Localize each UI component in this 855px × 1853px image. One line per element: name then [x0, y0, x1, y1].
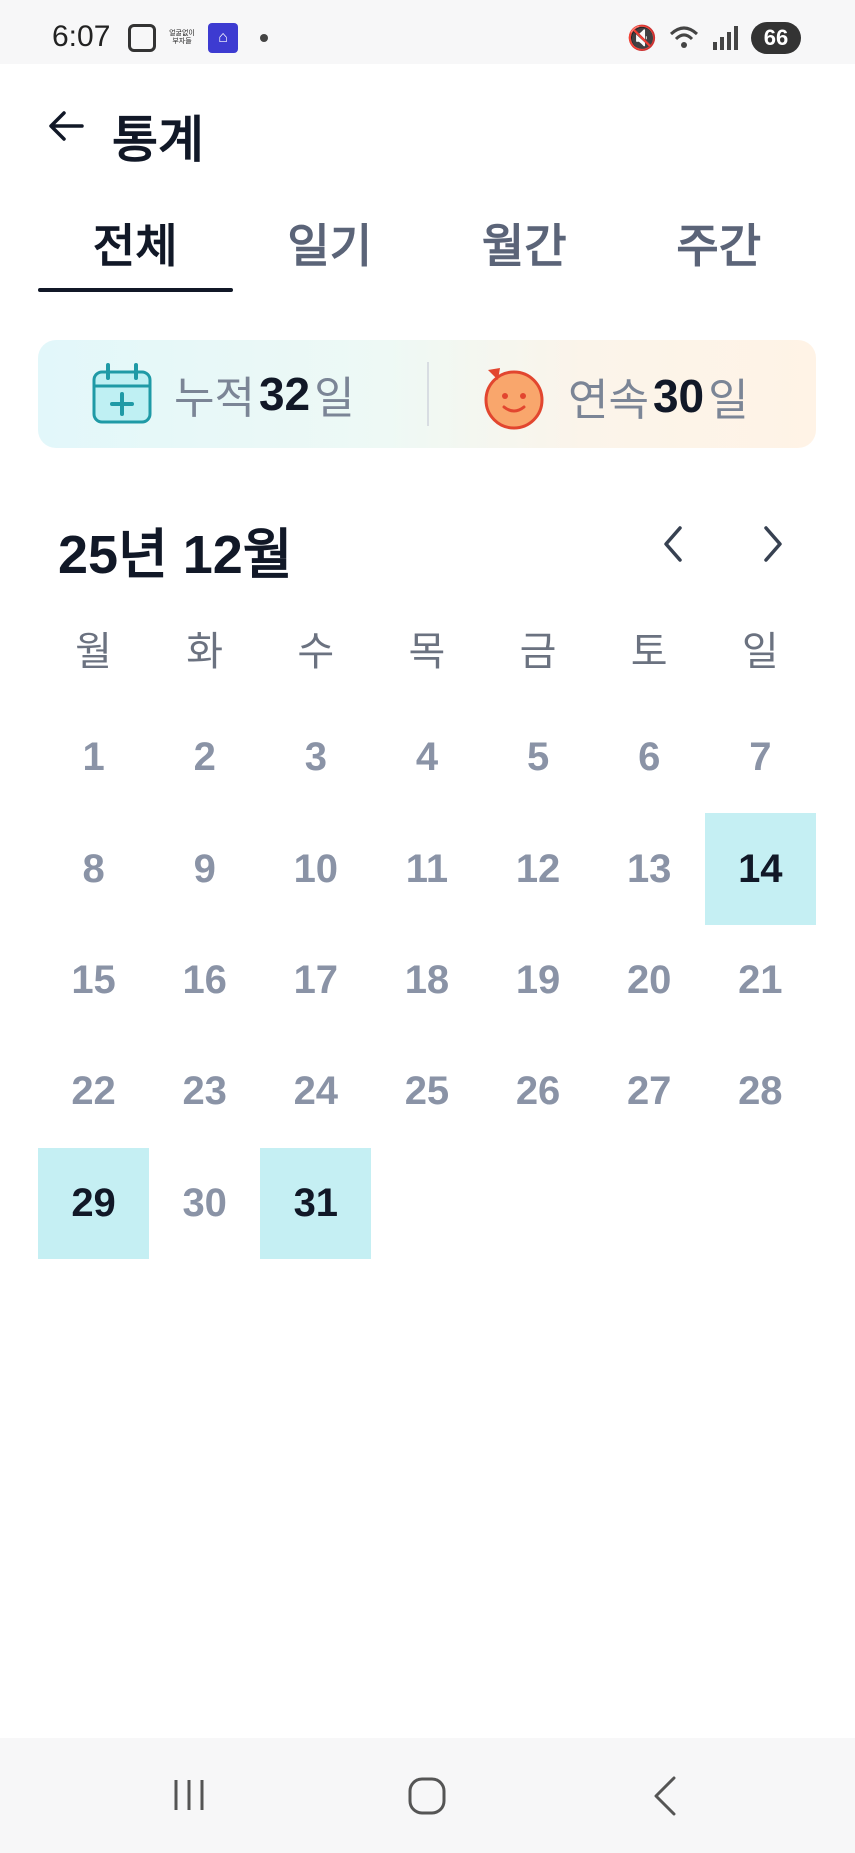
calendar-day[interactable]: 12: [483, 813, 594, 924]
calendar-day[interactable]: 2: [149, 702, 260, 813]
tab-diary[interactable]: 일기: [233, 194, 428, 292]
calendar-day[interactable]: 4: [371, 702, 482, 813]
cumulative-value: 32: [258, 368, 311, 420]
calendar-day[interactable]: 25: [371, 1036, 482, 1147]
weekday-label: 월: [75, 630, 112, 674]
calendar-day[interactable]: 8: [38, 813, 149, 924]
calendar-day[interactable]: 9: [149, 813, 260, 924]
calendar-day[interactable]: 1: [38, 702, 149, 813]
calendar-day[interactable]: 23: [149, 1036, 260, 1147]
summary-card: 누적 32 일 연속 30 일: [38, 340, 816, 448]
streak-value: 30: [652, 370, 705, 422]
calendar-day[interactable]: 16: [149, 925, 260, 1036]
calendar-day[interactable]: 17: [260, 925, 371, 1036]
tab-weekly[interactable]: 주간: [622, 194, 817, 292]
weekday-label: 화: [186, 630, 224, 674]
status-icons-left: 얼굴없이 부자들 ⌂: [128, 22, 268, 54]
header: 통계: [0, 64, 855, 194]
mute-icon: 🔇: [627, 24, 657, 52]
streak-unit: 일: [708, 376, 749, 425]
home-icon[interactable]: [407, 1776, 447, 1816]
summary-divider: [427, 362, 429, 426]
calendar-day[interactable]: 13: [594, 813, 705, 924]
month-title: 25년 12월: [58, 525, 293, 585]
tab-all[interactable]: 전체: [38, 194, 233, 292]
calendar-day[interactable]: 26: [483, 1036, 594, 1147]
streak-label: 연속: [568, 376, 649, 425]
calendar-day[interactable]: 24: [260, 1036, 371, 1147]
calendar-day[interactable]: 11: [371, 813, 482, 924]
cumulative-unit: 일: [314, 374, 355, 423]
calendar-day[interactable]: 31: [260, 1147, 372, 1259]
status-icons-right: 🔇 66: [627, 22, 801, 54]
screenshot-icon: [128, 24, 156, 52]
calendar-day[interactable]: 10: [260, 813, 371, 924]
tab-monthly[interactable]: 월간: [427, 194, 622, 292]
calendar-day[interactable]: 30: [149, 1148, 260, 1259]
weekday-header: 월 화 수 목 금 토 일: [38, 622, 816, 682]
smiley-face-icon: [484, 368, 544, 430]
calendar-day[interactable]: 29: [38, 1147, 150, 1259]
battery-icon: 66: [751, 22, 801, 54]
weekday-label: 토: [630, 630, 668, 674]
calendar-day[interactable]: 28: [705, 1036, 816, 1147]
calendar-day[interactable]: 18: [371, 925, 482, 1036]
home-app-icon: ⌂: [208, 23, 238, 53]
system-nav-bar: [0, 1738, 855, 1853]
weekday-label: 금: [519, 630, 557, 674]
chevron-left-icon[interactable]: [654, 520, 694, 568]
back-icon[interactable]: [650, 1774, 680, 1818]
page-title: 통계: [112, 112, 204, 168]
calendar-grid: 1 2 3 4 5 6 7 8 9 10 11 12 13 14 15 16 1…: [38, 702, 816, 1259]
calendar-day[interactable]: 15: [38, 925, 149, 1036]
calendar-day[interactable]: 6: [594, 702, 705, 813]
status-time: 6:07: [52, 20, 111, 53]
wifi-icon: [669, 26, 699, 48]
calendar-day[interactable]: 7: [705, 702, 816, 813]
arrow-left-icon[interactable]: [44, 104, 88, 148]
tab-bar: 전체 일기 월간 주간: [38, 194, 816, 292]
calendar-day[interactable]: 20: [594, 925, 705, 1036]
app-notification-icon: 얼굴없이 부자들: [169, 30, 195, 45]
cumulative-label: 누적: [174, 374, 255, 423]
calendar-day[interactable]: 14: [704, 813, 816, 925]
weekday-label: 수: [297, 630, 335, 674]
calendar-day[interactable]: 19: [483, 925, 594, 1036]
calendar-day[interactable]: 3: [260, 702, 371, 813]
calendar-plus-icon: [92, 363, 152, 424]
signal-icon: [713, 26, 738, 50]
streak-summary: 연속 30 일: [478, 360, 749, 432]
status-bar: 6:07 얼굴없이 부자들 ⌂ 🔇 66: [0, 0, 855, 64]
more-notifications-icon: [260, 34, 268, 42]
chevron-right-icon[interactable]: [752, 520, 792, 568]
calendar-day[interactable]: 22: [38, 1036, 149, 1147]
calendar-day[interactable]: 21: [705, 925, 816, 1036]
weekday-label: 일: [741, 630, 779, 674]
recent-apps-icon[interactable]: [170, 1776, 208, 1814]
calendar-day[interactable]: 5: [483, 702, 594, 813]
cumulative-summary: 누적 32 일: [88, 360, 355, 428]
calendar-day[interactable]: 27: [594, 1036, 705, 1147]
weekday-label: 목: [408, 630, 446, 674]
